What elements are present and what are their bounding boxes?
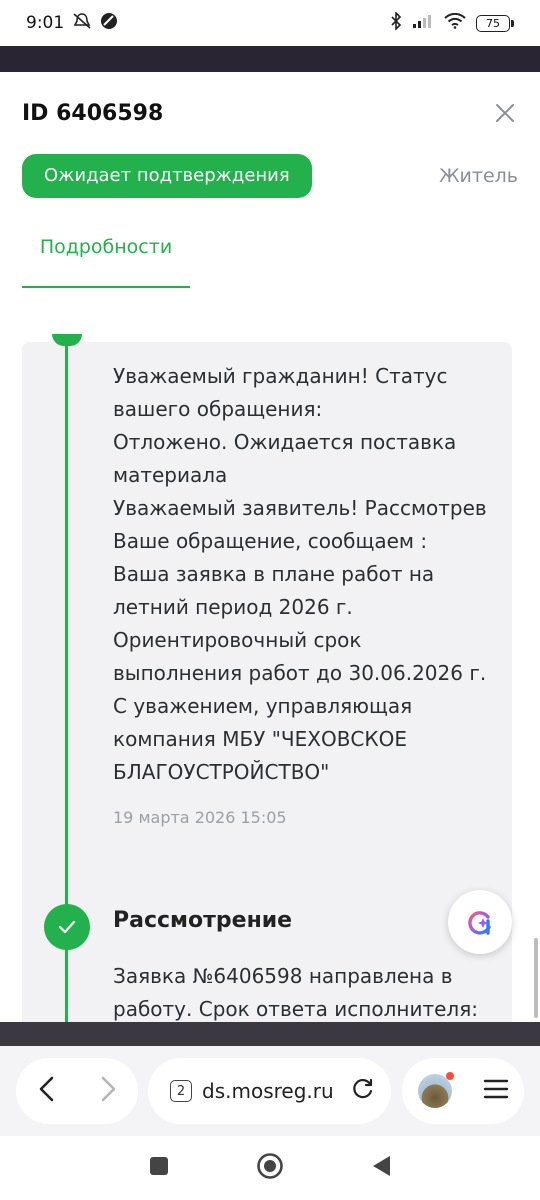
system-status-bar: 9:01 75 — [0, 0, 540, 46]
back-nav-button[interactable] — [370, 1154, 392, 1182]
signal-icon — [412, 13, 434, 33]
timeline-dot-previous — [52, 334, 82, 346]
back-button[interactable] — [37, 1075, 57, 1107]
request-details-sheet: ID 6406598 Ожидает подтверждения Житель … — [0, 72, 540, 1022]
square-icon — [150, 1157, 168, 1175]
dimmed-background-bottom — [0, 1022, 540, 1046]
assistant-icon — [468, 911, 491, 935]
close-icon — [496, 104, 514, 122]
tab-count-button[interactable]: 2 — [170, 1080, 192, 1102]
recents-button[interactable] — [148, 1155, 170, 1181]
tab-details-label: Подробности — [39, 236, 173, 258]
hamburger-menu-icon — [483, 1079, 508, 1099]
forward-button[interactable] — [98, 1075, 118, 1107]
status-time: 9:01 — [26, 13, 65, 33]
message-line: Ваше обращение, сообщаем : — [113, 529, 428, 553]
step-line: работу. Срок ответа исполнителя: — [113, 997, 478, 1021]
status-left: 9:01 — [26, 12, 118, 35]
battery-indicator: 75 — [476, 14, 514, 32]
status-chip: Ожидает подтверждения — [22, 154, 312, 198]
message-line: Уважаемый заявитель! Рассмотрев — [113, 496, 487, 520]
dimmed-background-top — [0, 46, 540, 72]
step-line: Заявка №6406598 направлена в — [113, 964, 453, 988]
message-line: Ваша заявка в плане работ на — [113, 562, 435, 586]
assistant-button[interactable] — [448, 890, 512, 954]
message-line: БЛАГОУСТРОЙСТВО" — [113, 760, 330, 784]
message-line: материала — [113, 463, 228, 487]
profile-avatar[interactable] — [417, 1072, 454, 1108]
address-bar[interactable]: 2 ds.mosreg.ru — [148, 1058, 391, 1124]
status-message: Уважаемый гражданин! Статус вашего обращ… — [113, 360, 503, 789]
menu-pill — [402, 1058, 524, 1124]
arrow-left-icon — [39, 1076, 53, 1102]
home-button[interactable] — [256, 1152, 284, 1184]
message-line: Ориентировочный срок — [113, 628, 362, 652]
message-date: 19 марта 2026 15:05 — [113, 808, 287, 827]
message-line: С уважением, управляющая — [113, 694, 413, 718]
url-text: ds.mosreg.ru — [202, 1079, 334, 1103]
step-completed-dot — [44, 904, 90, 950]
message-line: летний период 2026 г. — [113, 595, 353, 619]
status-row: Ожидает подтверждения Житель — [22, 154, 518, 198]
close-button[interactable] — [490, 98, 520, 128]
message-line: Уважаемый гражданин! Статус — [113, 364, 448, 388]
message-line: вашего обращения: — [113, 397, 323, 421]
menu-button[interactable] — [483, 1078, 509, 1104]
sheet-header: ID 6406598 — [22, 98, 520, 128]
step-title: Рассмотрение — [113, 908, 293, 933]
reload-button[interactable] — [351, 1077, 375, 1105]
message-line: компания МБУ "ЧЕХОВСКОЕ — [113, 727, 407, 751]
status-right: 75 — [390, 11, 514, 34]
role-label: Житель — [439, 165, 518, 187]
step-description: Заявка №6406598 направлена в работу. Сро… — [113, 960, 493, 1022]
arrow-right-icon — [101, 1076, 115, 1102]
navigation-pill — [16, 1058, 138, 1124]
app-notification-icon — [100, 12, 118, 35]
circle-icon — [257, 1153, 283, 1179]
triangle-back-icon — [373, 1156, 390, 1176]
check-icon — [58, 920, 76, 934]
tab-details[interactable]: Подробности — [22, 222, 190, 288]
reload-icon — [353, 1078, 373, 1099]
request-id-title: ID 6406598 — [22, 100, 164, 126]
scrollbar-thumb[interactable] — [534, 938, 538, 1018]
mute-icon — [72, 12, 92, 35]
message-line: Отложено. Ожидается поставка — [113, 430, 457, 454]
message-line: выполнения работ до 30.06.2026 г. — [113, 661, 487, 685]
history-card: Уважаемый гражданин! Статус вашего обращ… — [22, 334, 512, 1022]
bluetooth-icon — [390, 11, 402, 34]
system-navigation-bar — [0, 1136, 540, 1200]
wifi-icon — [444, 12, 466, 33]
browser-toolbar: 2 ds.mosreg.ru — [0, 1046, 540, 1136]
